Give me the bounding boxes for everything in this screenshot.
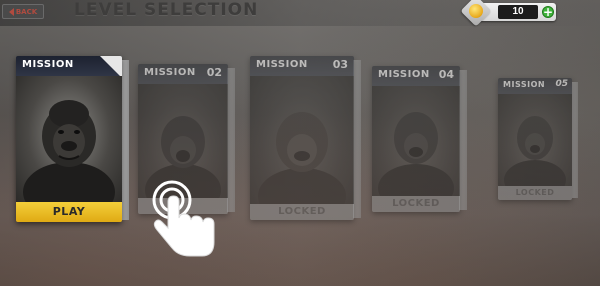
locked-label: LOCKED (372, 196, 460, 212)
back-label: BACK (15, 7, 38, 16)
gorilla-portrait (250, 76, 354, 204)
locked-label: LOCKED (250, 204, 354, 220)
mission-label: MISSION (378, 69, 430, 80)
mission-card-3[interactable]: MISSION 03 LOCKED (250, 56, 361, 220)
gorilla-icon (504, 116, 566, 186)
back-arrow-icon (8, 7, 14, 16)
mission-card-5[interactable]: MISSION 05 LOCKED (498, 78, 578, 200)
locked-label: LOCKED (498, 186, 572, 200)
gorilla-icon (258, 112, 346, 204)
add-coins-button[interactable]: + (542, 6, 554, 18)
mission-label: MISSION (22, 59, 74, 70)
mission-number: 02 (206, 66, 222, 79)
gorilla-icon (23, 100, 115, 202)
play-button[interactable]: PLAY (16, 202, 122, 222)
mission-card-1[interactable]: MISSION PLAY (16, 56, 129, 222)
gorilla-portrait (372, 86, 460, 196)
mission-label: MISSION (503, 80, 546, 89)
coin-count: 10 (498, 5, 538, 19)
mission-card-4[interactable]: MISSION 04 LOCKED (372, 66, 467, 212)
mission-number: 04 (438, 68, 454, 81)
page-title: LEVEL SELECTION (74, 0, 259, 20)
coin-panel: 10 + (460, 0, 556, 27)
gorilla-icon (378, 112, 454, 196)
mission-label: MISSION (144, 67, 196, 78)
tap-hand-icon (152, 180, 215, 257)
gorilla-portrait (498, 94, 572, 186)
back-button[interactable]: BACK (2, 4, 44, 19)
mission-number: 05 (555, 79, 568, 89)
gorilla-portrait (16, 76, 122, 202)
mission-number: 03 (332, 58, 348, 71)
mission-label: MISSION (256, 59, 308, 70)
